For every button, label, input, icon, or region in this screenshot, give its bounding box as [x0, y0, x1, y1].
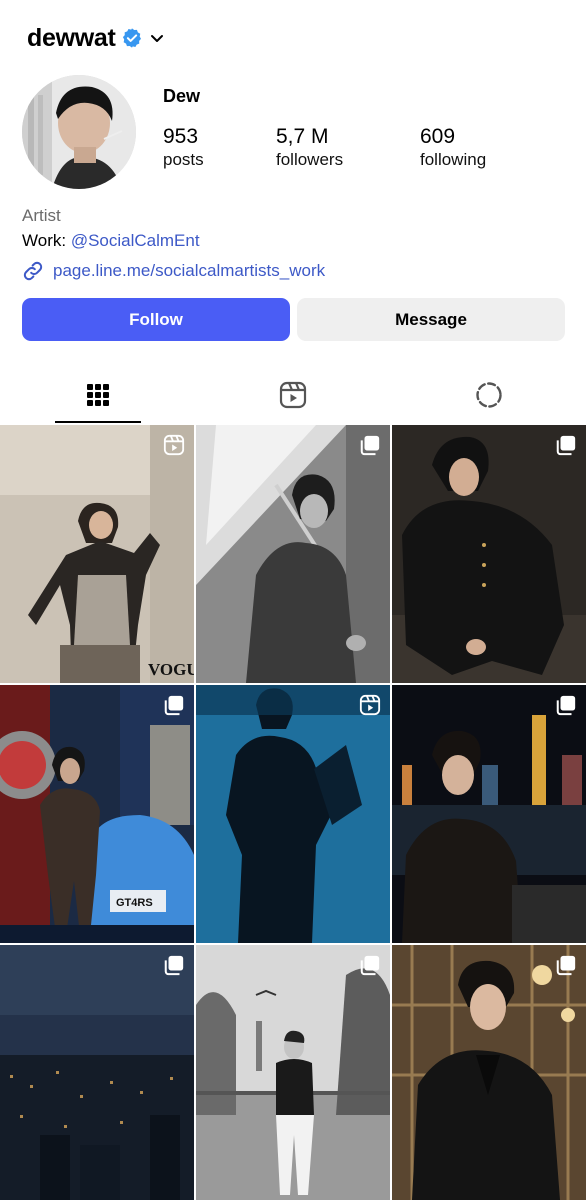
profile-category: Artist [22, 206, 61, 225]
message-button[interactable]: Message [297, 298, 565, 341]
followers-label: followers [276, 150, 344, 169]
reels-icon [163, 434, 185, 456]
grid-post[interactable]: GT4RS [0, 685, 194, 943]
follow-button[interactable]: Follow [22, 298, 290, 341]
carousel-icon [164, 695, 184, 716]
followers-stat[interactable]: 5,7 M followers [276, 125, 343, 171]
profile-header: dewwat [27, 20, 165, 56]
posts-stat[interactable]: 953 posts [163, 125, 204, 171]
avatar[interactable] [22, 75, 136, 189]
bio-link-text: page.line.me/socialcalmartists_work [53, 261, 326, 280]
grid-post[interactable] [196, 425, 390, 683]
work-mention-link[interactable]: @SocialCalmEnt [71, 231, 200, 250]
posts-count: 953 [163, 125, 199, 148]
following-stat[interactable]: 609 following [420, 125, 486, 171]
posts-label: posts [163, 150, 204, 169]
bio-external-link[interactable]: page.line.me/socialcalmartists_work [22, 259, 325, 283]
grid-post[interactable] [392, 425, 586, 683]
carousel-icon [556, 955, 576, 976]
carousel-icon [360, 955, 380, 976]
profile-tabs [0, 366, 586, 424]
bio-work-prefix: Work: [22, 231, 71, 250]
grid-post[interactable] [196, 685, 390, 943]
followers-count: 5,7 M [276, 125, 329, 148]
carousel-icon [164, 955, 184, 976]
bio-work-line: Work: @SocialCalmEnt [22, 231, 200, 251]
grid-post[interactable] [392, 945, 586, 1200]
tab-grid[interactable] [0, 366, 195, 424]
dashed-circle-icon [475, 382, 502, 408]
carousel-icon [556, 695, 576, 716]
grid-post[interactable] [0, 945, 194, 1200]
chevron-down-icon[interactable] [149, 30, 165, 46]
reels-icon [279, 381, 306, 409]
grid-post[interactable] [392, 685, 586, 943]
following-label: following [420, 150, 487, 169]
link-icon [23, 261, 43, 281]
grid-icon [86, 384, 109, 406]
grid-post[interactable] [196, 945, 390, 1200]
carousel-icon [360, 435, 380, 456]
vogue-watermark: VOGUE [148, 660, 194, 679]
verified-badge-icon [122, 28, 141, 48]
carousel-icon [556, 435, 576, 456]
username[interactable]: dewwat [27, 24, 116, 53]
display-name: Dew [163, 86, 201, 106]
grid-post[interactable]: VOGUE [0, 425, 194, 683]
tab-reels[interactable] [195, 366, 390, 424]
plate-text: GT4RS [116, 897, 153, 909]
tab-tagged[interactable] [391, 366, 586, 424]
active-tab-indicator [55, 421, 141, 423]
reels-icon [359, 694, 381, 716]
following-count: 609 [420, 125, 456, 148]
